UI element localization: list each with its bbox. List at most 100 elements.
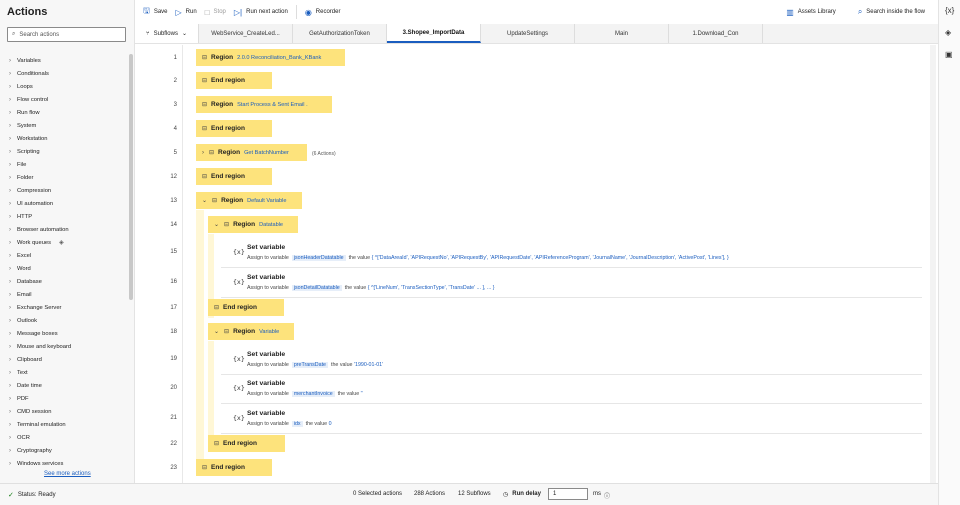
set-variable-action[interactable]: {x} Set variable Assign to variable merch… — [221, 376, 922, 404]
action-category[interactable]: › Word — [0, 262, 128, 275]
region-action-collapsed[interactable]: › ⊟ Region Get BatchNumber — [196, 144, 307, 161]
action-category[interactable]: › Flow control — [0, 93, 128, 106]
assign-text: Assign to variable — [247, 362, 289, 368]
tab-shopee-importdata[interactable]: 3.Shopee_ImportData — [387, 24, 481, 43]
chevron-right-icon[interactable]: › — [202, 150, 204, 156]
action-description: Assign to variable jsonDetailDatatable the… — [247, 285, 495, 291]
region-action-expanded[interactable]: ⌄ ⊟ Region Variable — [208, 323, 294, 340]
tab-updatesettings[interactable]: UpdateSettings — [481, 24, 575, 43]
line-number: 17 — [170, 305, 177, 311]
variable-value: { ^['LineNum', 'TransSectionType', 'Tran… — [367, 285, 495, 291]
run-delay-input[interactable]: 1 — [548, 488, 588, 500]
action-category[interactable]: › Mouse and keyboard — [0, 340, 128, 353]
recorder-button[interactable]: ◉ Recorder — [305, 8, 341, 17]
action-category[interactable]: › File — [0, 158, 128, 171]
action-category[interactable]: › Run flow — [0, 106, 128, 119]
see-more-actions-link[interactable]: See more actions — [44, 471, 91, 477]
action-category[interactable]: › Exchange Server — [0, 301, 128, 314]
action-category[interactable]: › CMD session — [0, 405, 128, 418]
set-variable-action[interactable]: {x} Set variable Assign to variable idx th… — [221, 406, 922, 434]
region-name: Start Process & Sent Email . — [237, 101, 308, 108]
designer-scrollbar[interactable] — [930, 45, 936, 483]
action-category-label: Cryptography — [17, 447, 52, 454]
subflows-dropdown[interactable]: ⑂ Subflows ⌄ — [135, 24, 199, 43]
chevron-down-icon[interactable]: ⌄ — [202, 197, 207, 204]
action-category[interactable]: › Email — [0, 288, 128, 301]
action-category[interactable]: › Browser automation — [0, 223, 128, 236]
action-category[interactable]: › System — [0, 119, 128, 132]
region-keyword: Region — [233, 328, 256, 335]
end-region-action[interactable]: ⊟ End region — [196, 72, 272, 89]
chevron-right-icon: › — [9, 213, 11, 220]
action-category[interactable]: › UI automation — [0, 197, 128, 210]
action-category[interactable]: › Compression — [0, 184, 128, 197]
action-category[interactable]: › Cryptography — [0, 444, 128, 457]
region-icon: ⊟ — [224, 329, 230, 335]
run-button[interactable]: ▷ Run — [176, 8, 197, 17]
chevron-down-icon[interactable]: ⌄ — [214, 221, 219, 228]
action-category[interactable]: › Variables — [0, 54, 128, 67]
region-keyword: Region — [211, 101, 234, 108]
search-actions-placeholder: Search actions — [19, 31, 60, 38]
set-variable-action[interactable]: {x} Set variable Assign to variable jsonH… — [221, 240, 922, 268]
region-action[interactable]: ⊟ Region 2.0.0 Reconciliation_Bank_KBank — [196, 49, 345, 66]
action-category[interactable]: › PDF — [0, 392, 128, 405]
action-category[interactable]: › Loops — [0, 80, 128, 93]
action-category[interactable]: › OCR — [0, 431, 128, 444]
toolbar: 🖫 Save ▷ Run □ Stop ▷| Run next action ◉ Reco… — [135, 0, 960, 24]
run-next-action-button[interactable]: ▷| Run next action — [234, 8, 288, 17]
set-variable-action[interactable]: {x} Set variable Assign to variable preTr… — [221, 347, 922, 375]
action-category-label: Word — [17, 265, 31, 272]
end-region-action[interactable]: ⊟ End region — [196, 168, 272, 185]
action-category[interactable]: › Scripting — [0, 145, 128, 158]
action-category[interactable]: › Clipboard — [0, 353, 128, 366]
info-icon[interactable]: ⓘ — [604, 491, 610, 500]
tab-getauthorizationtoken[interactable]: GetAuthorizationToken — [293, 24, 387, 43]
images-pane-icon[interactable]: ▣ — [945, 50, 953, 59]
end-region-action[interactable]: ⊟ End region — [196, 459, 272, 476]
chevron-down-icon[interactable]: ⌄ — [214, 328, 219, 335]
end-region-action[interactable]: ⊟ End region — [208, 435, 285, 452]
variable-name: preTransDate — [291, 362, 328, 368]
action-category[interactable]: › Outlook — [0, 314, 128, 327]
action-category[interactable]: › Message boxes — [0, 327, 128, 340]
ui-elements-pane-icon[interactable]: ◈ — [945, 28, 951, 37]
line-number: 3 — [173, 102, 177, 108]
line-number: 12 — [170, 174, 177, 180]
value-label: the value — [344, 285, 367, 291]
line-number: 2 — [173, 78, 177, 84]
action-category[interactable]: › Text — [0, 366, 128, 379]
save-button[interactable]: 🖫 Save — [143, 5, 168, 19]
action-category[interactable]: › HTTP — [0, 210, 128, 223]
tab-download-con[interactable]: 1.Download_Con — [669, 24, 763, 43]
variable-icon: {x} — [233, 414, 245, 422]
stop-button[interactable]: □ Stop — [205, 8, 226, 17]
action-category[interactable]: › Date time — [0, 379, 128, 392]
assets-library-button[interactable]: ▥ Assets Library — [786, 8, 836, 17]
region-action-expanded[interactable]: ⌄ ⊟ Region Datatable — [208, 216, 298, 233]
variable-value: '1990-01-01' — [353, 362, 384, 368]
tab-webservice-createled[interactable]: WebService_CreateLed... — [199, 24, 293, 43]
action-category[interactable]: › Windows services — [0, 457, 128, 467]
action-category[interactable]: › Terminal emulation — [0, 418, 128, 431]
run-delay-unit: ms — [593, 491, 601, 497]
search-actions-input[interactable]: ⌕ Search actions — [7, 27, 126, 42]
end-region-action[interactable]: ⊟ End region — [208, 299, 284, 316]
action-category[interactable]: › Workstation — [0, 132, 128, 145]
set-variable-action[interactable]: {x} Set variable Assign to variable jsonD… — [221, 270, 922, 298]
tab-main[interactable]: Main — [575, 24, 669, 43]
region-icon: ⊟ — [212, 198, 218, 204]
end-region-action[interactable]: ⊟ End region — [196, 120, 272, 137]
region-action-expanded[interactable]: ⌄ ⊟ Region Default Variable — [196, 192, 302, 209]
action-category[interactable]: › Conditionals — [0, 67, 128, 80]
variables-pane-icon[interactable]: {x} — [945, 6, 954, 15]
search-flow-button[interactable]: ⌕ Search inside the flow — [858, 7, 925, 17]
actions-scrollbar[interactable] — [129, 54, 133, 300]
action-category[interactable]: › Excel — [0, 249, 128, 262]
chevron-right-icon: › — [9, 161, 11, 168]
action-category-label: Mouse and keyboard — [17, 343, 72, 350]
action-category[interactable]: › Work queues ◈ — [0, 236, 128, 249]
action-category[interactable]: › Database — [0, 275, 128, 288]
region-action[interactable]: ⊟ Region Start Process & Sent Email . — [196, 96, 332, 113]
action-category[interactable]: › Folder — [0, 171, 128, 184]
